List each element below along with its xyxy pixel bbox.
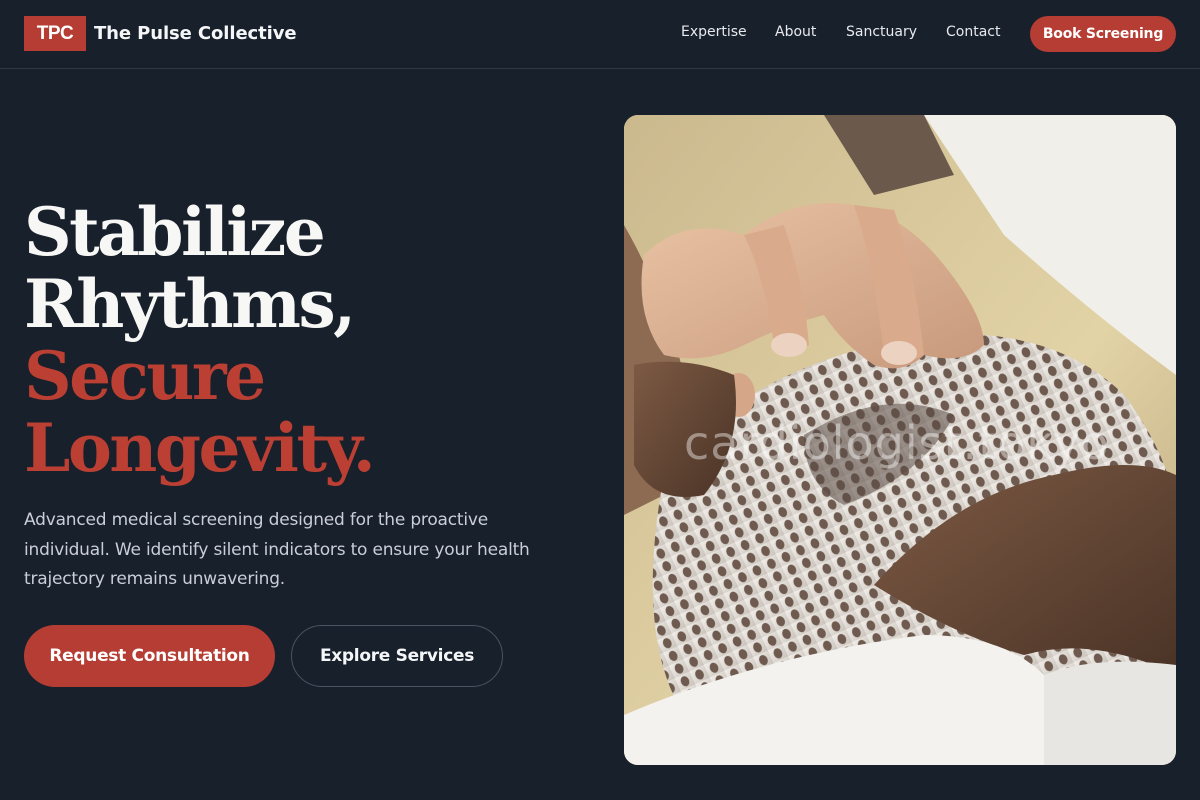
nav-link-expertise[interactable]: Expertise xyxy=(681,22,747,42)
image-watermark: cardiologist.tokyo xyxy=(684,416,1110,470)
site-header: TPC The Pulse Collective Expertise About… xyxy=(0,0,1200,69)
nav-link-about[interactable]: About xyxy=(775,22,816,42)
logo-badge[interactable]: TPC xyxy=(24,16,86,51)
hero-headline: Stabilize Rhythms, Secure Longevity. xyxy=(24,196,584,484)
headline-line-4: Longevity. xyxy=(24,409,376,487)
headline-line-3: Secure xyxy=(24,337,266,415)
hero-description: Advanced medical screening designed for … xyxy=(24,510,530,589)
headline-line-2: Rhythms, xyxy=(24,265,356,343)
request-consultation-button[interactable]: Request Consultation xyxy=(24,625,275,687)
headline-line-1: Stabilize xyxy=(24,193,326,271)
brand-name[interactable]: The Pulse Collective xyxy=(94,21,297,47)
nav-link-sanctuary[interactable]: Sanctuary xyxy=(846,22,917,42)
hero-photo: cardiologist.tokyo xyxy=(624,115,1176,765)
explore-services-button[interactable]: Explore Services xyxy=(291,625,503,687)
book-screening-button[interactable]: Book Screening xyxy=(1030,16,1176,52)
nav-link-contact[interactable]: Contact xyxy=(946,22,1000,42)
